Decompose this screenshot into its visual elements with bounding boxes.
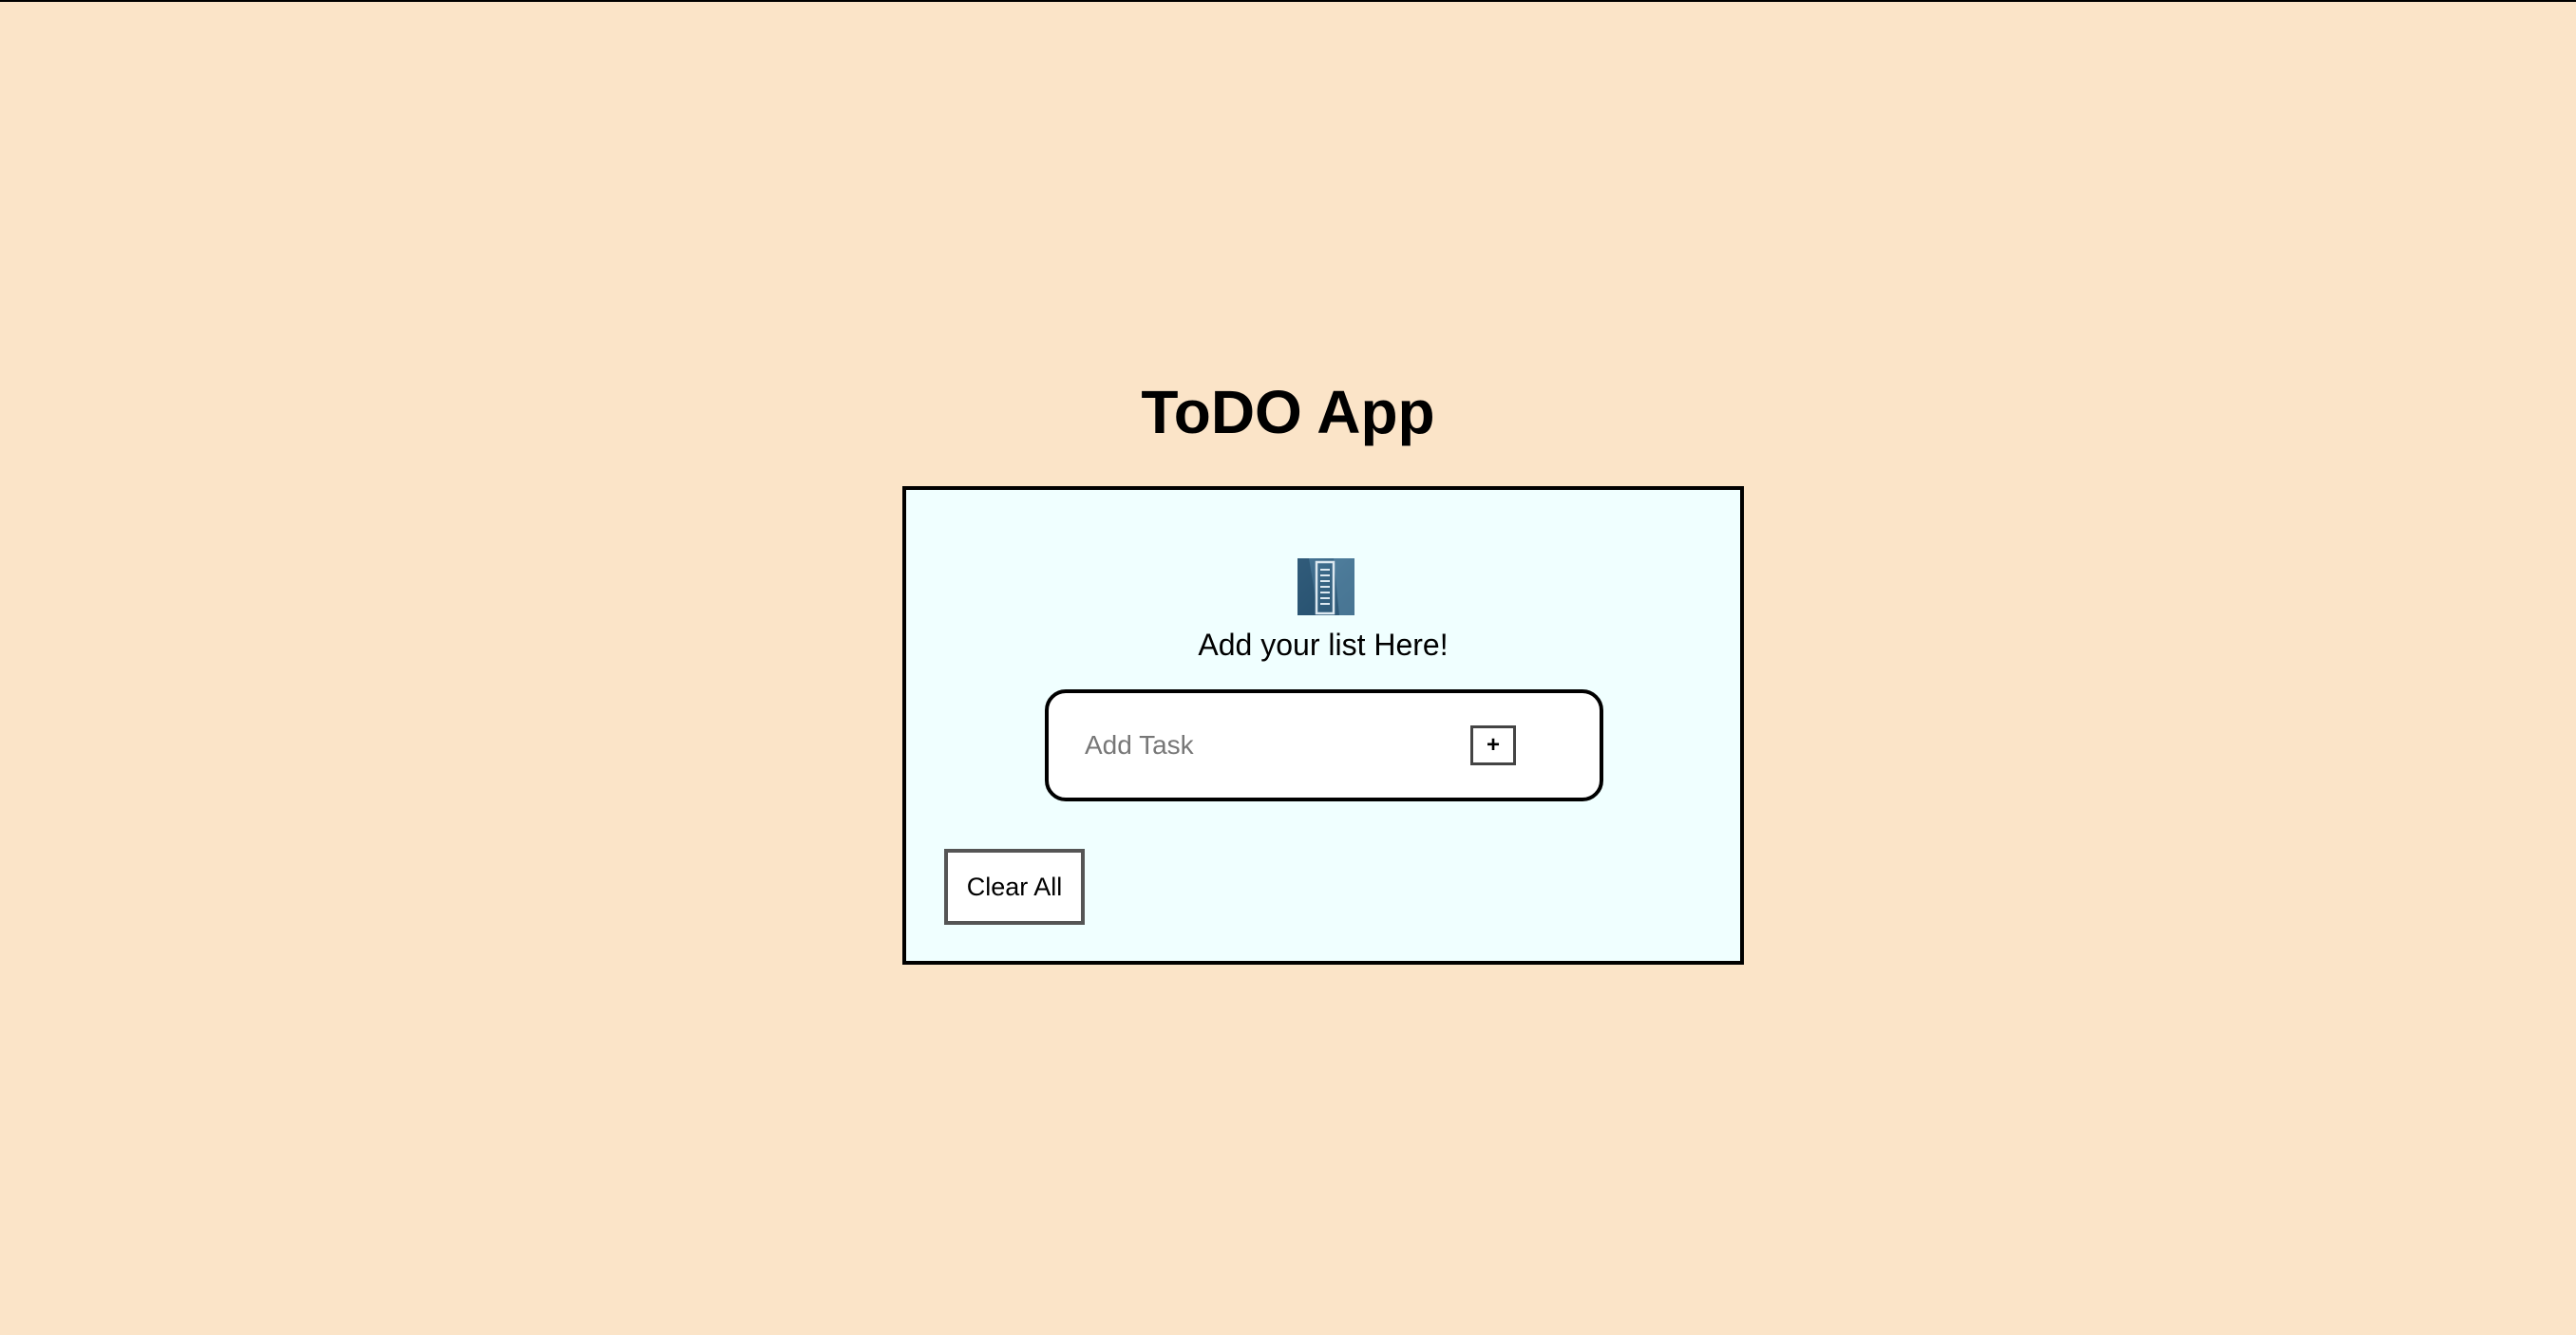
card-subtitle: Add your list Here! [1198,628,1449,662]
task-entry-row: + [1045,689,1603,801]
task-input[interactable] [1085,724,1446,767]
list-icon [1297,558,1354,615]
add-task-button[interactable]: + [1470,725,1516,765]
todo-card: Add your list Here! + Clear All [902,486,1744,965]
page-title: ToDO App [1141,378,1435,446]
clear-all-button[interactable]: Clear All [944,849,1085,925]
